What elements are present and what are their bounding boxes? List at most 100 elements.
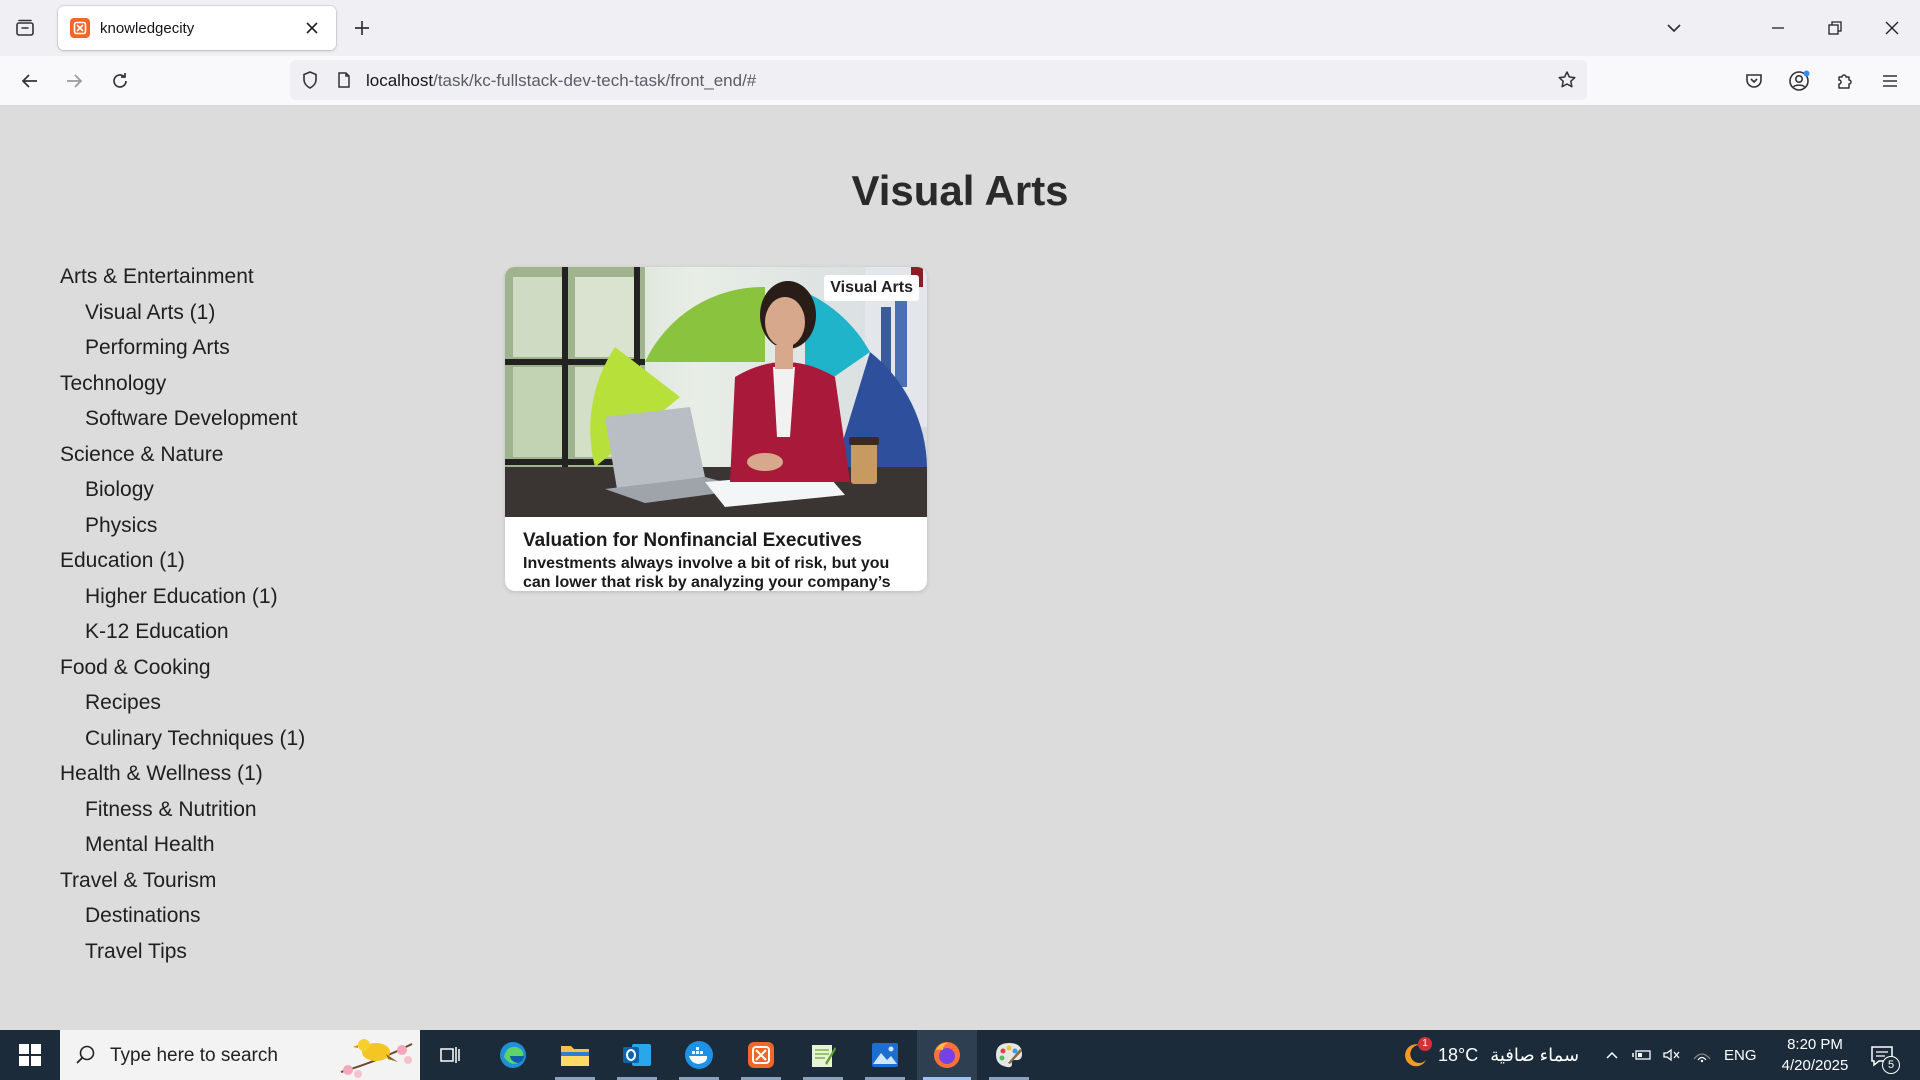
taskbar-outlook[interactable]	[607, 1030, 667, 1080]
taskview-button[interactable]	[420, 1030, 480, 1080]
close-window-button[interactable]	[1872, 12, 1912, 44]
taskbar-search-box[interactable]: Type here to search	[60, 1030, 420, 1080]
volume-muted-icon[interactable]	[1662, 1047, 1682, 1063]
subcategory-link[interactable]: Visual Arts (1)	[60, 295, 420, 331]
input-language[interactable]: ENG	[1724, 1047, 1757, 1064]
notification-count-badge: 5	[1882, 1056, 1900, 1074]
taskbar-docker[interactable]	[669, 1030, 729, 1080]
new-tab-button[interactable]	[348, 14, 376, 42]
weather-widget[interactable]: 1 18°C سماء صافية	[1400, 1030, 1590, 1080]
outlook-icon	[623, 1044, 651, 1066]
category-link[interactable]: Arts & Entertainment	[60, 259, 420, 295]
search-icon	[74, 1043, 98, 1067]
list-all-tabs-button[interactable]	[1654, 12, 1694, 44]
subcategory-link[interactable]: Biology	[60, 472, 420, 508]
taskbar-clock[interactable]: 8:20 PM 4/20/2025	[1770, 1034, 1860, 1076]
paint-palette-icon	[996, 1043, 1022, 1068]
search-placeholder: Type here to search	[110, 1045, 278, 1066]
show-hidden-icons-chevron-up-icon[interactable]	[1604, 1047, 1620, 1063]
taskbar-edge[interactable]	[483, 1030, 543, 1080]
close-tab-icon[interactable]	[300, 16, 324, 40]
url-text[interactable]: localhost/task/kc-fullstack-dev-tech-tas…	[366, 71, 756, 91]
tracking-protection-shield-icon[interactable]	[298, 68, 322, 92]
restore-window-button[interactable]	[1815, 12, 1855, 44]
taskbar-notepadpp[interactable]	[793, 1030, 853, 1080]
tab-list-icon	[16, 19, 34, 36]
page-info-icon[interactable]	[332, 68, 356, 92]
arrow-left-icon	[21, 74, 37, 88]
subcategory-link[interactable]: Performing Arts	[60, 330, 420, 366]
wifi-icon[interactable]	[1692, 1047, 1712, 1063]
page-title: Visual Arts	[851, 167, 1069, 214]
category-link[interactable]: Science & Nature	[60, 437, 420, 473]
weather-alert-badge: 1	[1418, 1037, 1432, 1051]
windows-taskbar: Type here to search 1 18°C سماء صافية EN…	[0, 1030, 1920, 1080]
taskbar-file-explorer[interactable]	[545, 1030, 605, 1080]
url-host: localhost	[366, 71, 434, 90]
category-sidebar: Arts & Entertainment Visual Arts (1) Perfo…	[60, 259, 420, 969]
edge-icon	[500, 1042, 526, 1068]
category-link[interactable]: Health & Wellness (1)	[60, 756, 420, 792]
subcategory-link[interactable]: Software Development	[60, 401, 420, 437]
course-image: Visual Arts	[505, 267, 927, 517]
subcategory-link[interactable]: Recipes	[60, 685, 420, 721]
subcategory-link[interactable]: Physics	[60, 508, 420, 544]
docker-whale-icon	[685, 1041, 713, 1069]
course-card[interactable]: Visual Arts Valuation for Nonfinancial E…	[505, 267, 927, 591]
photos-icon	[872, 1043, 898, 1067]
task-view-icon	[440, 1047, 460, 1063]
windows-logo-icon	[19, 1044, 41, 1066]
bookmark-star-icon[interactable]	[1555, 68, 1579, 92]
forward-button[interactable]	[58, 65, 90, 97]
notification-center-button[interactable]: 5	[1866, 1040, 1900, 1074]
notepad-plus-plus-icon	[812, 1045, 836, 1067]
pocket-button[interactable]	[1738, 65, 1770, 97]
category-link[interactable]: Technology	[60, 366, 420, 402]
browser-tab-active[interactable]: knowledgecity	[58, 6, 336, 50]
course-description: Investments always involve a bit of risk…	[523, 555, 891, 591]
battery-icon[interactable]	[1632, 1047, 1652, 1063]
back-button[interactable]	[14, 65, 46, 97]
taskbar-xampp[interactable]	[731, 1030, 791, 1080]
reload-button[interactable]	[104, 65, 136, 97]
plus-icon	[355, 21, 369, 35]
app-menu-button[interactable]	[1874, 65, 1906, 97]
weather-moon-icon: 1	[1400, 1037, 1432, 1070]
tab-title: knowledgecity	[100, 19, 195, 37]
subcategory-link[interactable]: Travel Tips	[60, 934, 420, 970]
reload-icon	[113, 73, 127, 88]
category-link[interactable]: Education (1)	[60, 543, 420, 579]
clock-date: 4/20/2025	[1781, 1057, 1849, 1074]
taskbar-photos[interactable]	[855, 1030, 915, 1080]
start-button[interactable]	[0, 1030, 60, 1080]
subcategory-link[interactable]: Higher Education (1)	[60, 579, 420, 615]
course-category-badge: Visual Arts	[824, 275, 919, 301]
account-button[interactable]	[1783, 65, 1815, 97]
arrow-right-icon	[67, 74, 83, 88]
tab-list-button[interactable]	[10, 15, 40, 41]
minimize-window-button[interactable]	[1758, 12, 1798, 44]
weather-temperature: 18°C	[1438, 1044, 1479, 1065]
url-path: /task/kc-fullstack-dev-tech-task/front_e…	[433, 71, 757, 90]
xampp-icon	[748, 1042, 774, 1068]
puzzle-icon	[1838, 74, 1852, 89]
navigation-toolbar: localhost/task/kc-fullstack-dev-tech-tas…	[0, 56, 1920, 106]
subcategory-link[interactable]: Fitness & Nutrition	[60, 792, 420, 828]
course-title[interactable]: Valuation for Nonfinancial Executives	[523, 530, 862, 552]
tab-bar: knowledgecity	[0, 0, 1920, 56]
page-content: Visual Arts Arts & Entertainment Visual A…	[0, 107, 1920, 1030]
taskbar-paint[interactable]	[979, 1030, 1039, 1080]
folder-icon	[561, 1046, 589, 1066]
subcategory-link[interactable]: Destinations	[60, 898, 420, 934]
subcategory-link[interactable]: Culinary Techniques (1)	[60, 721, 420, 757]
subcategory-link[interactable]: Mental Health	[60, 827, 420, 863]
extensions-button[interactable]	[1829, 65, 1861, 97]
minimize-icon	[1772, 27, 1784, 29]
category-link[interactable]: Travel & Tourism	[60, 863, 420, 899]
category-link[interactable]: Food & Cooking	[60, 650, 420, 686]
taskbar-firefox[interactable]	[917, 1030, 977, 1080]
address-bar[interactable]: localhost/task/kc-fullstack-dev-tech-tas…	[290, 60, 1587, 100]
pocket-icon	[1746, 74, 1762, 88]
close-icon	[1885, 21, 1899, 35]
subcategory-link[interactable]: K-12 Education	[60, 614, 420, 650]
